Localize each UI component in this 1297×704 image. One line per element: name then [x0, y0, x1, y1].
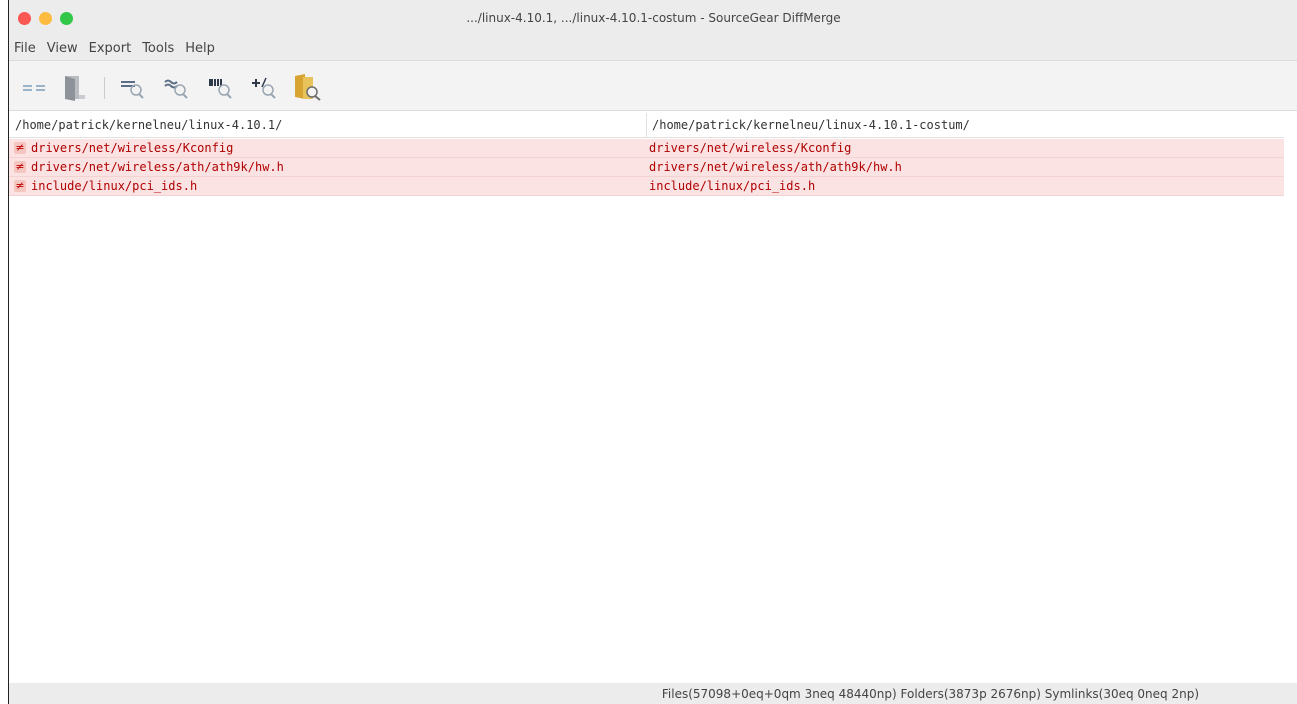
not-equal-icon: ≠ [14, 179, 26, 192]
right-file-path: drivers/net/wireless/Kconfig [649, 141, 852, 155]
right-file-path: drivers/net/wireless/ath/ath9k/hw.h [649, 160, 902, 174]
status-summary: Files(57098+0eq+0qm 3neq 48440np) Folder… [661, 687, 1199, 701]
diffmerge-window: .../linux-4.10.1, .../linux-4.10.1-costu… [8, 0, 1297, 704]
show-peerless-icon[interactable] [249, 73, 279, 101]
window-title: .../linux-4.10.1, .../linux-4.10.1-costu… [466, 11, 841, 25]
show-quick-match-icon[interactable] [205, 73, 235, 101]
left-file-path: include/linux/pci_ids.h [31, 179, 198, 193]
toolbar-separator [104, 77, 105, 99]
right-file-path: include/linux/pci_ids.h [649, 179, 816, 193]
diff-row[interactable]: ≠ include/linux/pci_ids.h include/linux/… [9, 177, 1284, 196]
compare-icon[interactable] [21, 73, 49, 101]
menu-file[interactable]: File [14, 41, 36, 56]
door-icon[interactable] [59, 73, 89, 101]
show-equal-icon[interactable] [117, 73, 147, 101]
menu-view[interactable]: View [47, 41, 78, 56]
left-file-path: drivers/net/wireless/ath/ath9k/hw.h [31, 160, 284, 174]
diff-row[interactable]: ≠ drivers/net/wireless/Kconfig drivers/n… [9, 139, 1284, 158]
diff-file-list: ≠ drivers/net/wireless/Kconfig drivers/n… [9, 139, 1284, 196]
right-folder-path: /home/patrick/kernelneu/linux-4.10.1-cos… [652, 118, 970, 132]
menu-bar: File View Export Tools Help [9, 36, 1297, 60]
title-bar: .../linux-4.10.1, .../linux-4.10.1-costu… [9, 0, 1297, 36]
show-similar-icon[interactable] [161, 73, 191, 101]
menu-tools[interactable]: Tools [142, 41, 174, 56]
column-divider[interactable] [646, 113, 647, 138]
status-bar: Files(57098+0eq+0qm 3neq 48440np) Folder… [9, 683, 1297, 704]
menu-help[interactable]: Help [185, 41, 215, 56]
left-file-path: drivers/net/wireless/Kconfig [31, 141, 234, 155]
left-folder-path: /home/patrick/kernelneu/linux-4.10.1/ [15, 118, 283, 132]
menu-export[interactable]: Export [89, 41, 132, 56]
folder-search-icon[interactable] [291, 73, 323, 101]
toolbar [9, 60, 1297, 111]
not-equal-icon: ≠ [14, 141, 26, 154]
diff-row[interactable]: ≠ drivers/net/wireless/ath/ath9k/hw.h dr… [9, 158, 1284, 177]
not-equal-icon: ≠ [14, 160, 26, 173]
